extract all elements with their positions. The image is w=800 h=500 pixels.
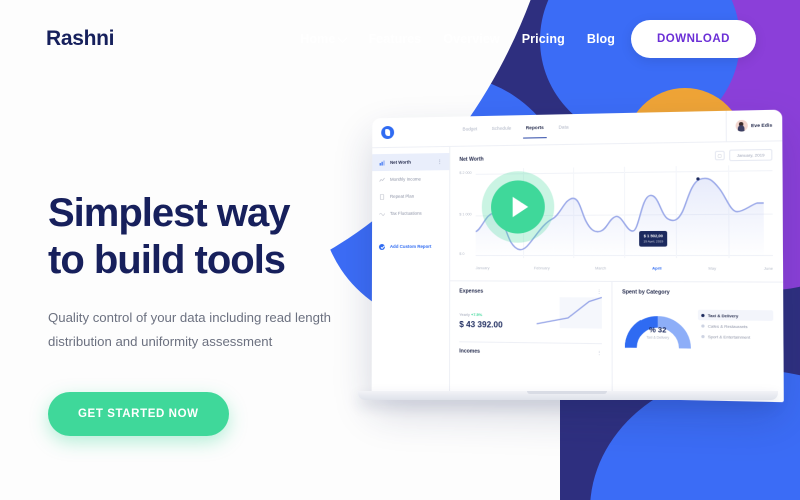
expenses-card: Expenses ⋮ Yearly +7.5% $ 43 392.00 Inco… — [450, 281, 613, 398]
nav-item-features[interactable]: Features — [368, 32, 421, 46]
donut-wrap: % 32 Taxi & Delivery Taxi & Delivery Caf… — [622, 300, 773, 352]
expenses-amount: $ 43 392.00 — [459, 320, 536, 330]
incomes-title: Incomes — [459, 348, 480, 354]
sidebar-item-net-worth[interactable]: Net Worth ⋮ — [372, 153, 449, 171]
sidebar-item-repeat-plan-label: Repeat Plan — [390, 194, 414, 199]
legend-item-sport-entertainment[interactable]: Sport & Entertainment — [698, 331, 773, 342]
chart-tooltip: $ 1 502,00 19 April, 2019 — [639, 231, 667, 247]
expenses-sparkline — [537, 295, 602, 331]
net-worth-card-title: Net Worth — [459, 156, 483, 162]
legend-item-taxi-delivery[interactable]: Taxi & Delivery — [698, 310, 773, 321]
headline-line-2: to build tools — [48, 238, 285, 282]
dashboard-main: Net Worth ▢ January, 2019 $ 2 000 $ 1 00… — [450, 141, 784, 402]
calendar-icon[interactable]: ▢ — [715, 151, 725, 161]
laptop-notch — [527, 391, 607, 394]
net-worth-card-header: Net Worth ▢ January, 2019 — [459, 149, 772, 165]
laptop-screen: Budget Schedule Reports Data Eve Edis Ne… — [372, 110, 784, 403]
donut-percent: % 32 — [622, 327, 693, 335]
tooltip-value: $ 1 502,00 — [643, 234, 663, 238]
sidebar-add-custom-report-label: Add Custom Report — [390, 244, 432, 249]
donut-center: % 32 Taxi & Delivery — [622, 327, 693, 340]
x-tick-april: April — [652, 266, 661, 270]
sidebar-item-tax-fluctuations-label: Tax Fluctuations — [390, 211, 422, 216]
expenses-meta: Yearly +7.5% — [459, 313, 536, 318]
legend-dot-icon — [701, 334, 704, 337]
sidebar-item-monthly-income[interactable]: Monthly Income — [372, 170, 449, 188]
incomes-menu-icon[interactable]: ⋮ — [597, 350, 602, 356]
tooltip-date: 19 April, 2019 — [643, 239, 663, 243]
page-title: Simplest way to build tools — [48, 190, 388, 284]
tab-schedule[interactable]: Schedule — [492, 126, 512, 136]
x-tick-march: March — [595, 266, 606, 270]
landing-page: Rashni Home Features Overview Pricing Bl… — [0, 0, 800, 500]
y-tick-1: $ 1 000 — [459, 212, 471, 216]
x-tick-january: January — [476, 266, 490, 270]
legend-item-sport-entertainment-label: Sport & Entertainment — [708, 333, 750, 339]
laptop-mockup: Budget Schedule Reports Data Eve Edis Ne… — [372, 118, 772, 393]
hero-section: Simplest way to build tools Quality cont… — [48, 190, 388, 436]
user-menu[interactable]: Eve Edis — [725, 110, 772, 141]
nav-item-overview[interactable]: Overview — [443, 32, 499, 46]
nav-links: Home Features Overview Pricing Blog — [300, 32, 615, 46]
net-worth-card-tools: ▢ January, 2019 — [715, 149, 773, 161]
y-tick-0: $ 2 000 — [459, 171, 471, 175]
legend-dot-icon — [701, 313, 704, 316]
bar-chart-icon — [379, 159, 385, 165]
legend-dot-icon — [701, 324, 704, 327]
brand-logo[interactable]: Rashni — [46, 27, 114, 51]
dashboard-body: Net Worth ⋮ Monthly Income Repeat Plan T… — [372, 141, 784, 402]
chevron-down-icon — [338, 33, 348, 43]
sidebar-item-menu-icon[interactable]: ⋮ — [437, 159, 442, 165]
expenses-content: Yearly +7.5% $ 43 392.00 — [459, 295, 602, 331]
hero-subtitle: Quality control of your data including r… — [48, 306, 368, 355]
nav-item-blog[interactable]: Blog — [587, 32, 615, 46]
tab-data[interactable]: Data — [558, 124, 568, 133]
dashboard-lower-cards: Expenses ⋮ Yearly +7.5% $ 43 392.00 Inco… — [450, 281, 784, 402]
user-name: Eve Edis — [751, 123, 772, 129]
sidebar-item-monthly-income-label: Monthly Income — [390, 177, 421, 182]
tab-budget[interactable]: Budget — [462, 126, 477, 135]
nav-item-home-label: Home — [300, 32, 335, 46]
nav-item-home[interactable]: Home — [300, 32, 346, 46]
download-button[interactable]: DOWNLOAD — [631, 20, 756, 58]
donut-svg — [622, 300, 694, 351]
dashboard-logo-icon[interactable] — [381, 126, 394, 139]
date-range-selector[interactable]: January, 2019 — [729, 149, 772, 161]
sidebar-item-net-worth-label: Net Worth — [390, 160, 411, 165]
y-axis-labels: $ 2 000 $ 1 000 $ 0 — [459, 169, 475, 258]
spent-by-category-card: Spent by Category % 32 Taxi & Delivery T… — [612, 282, 783, 402]
category-legend: Taxi & Delivery Cafes & Restaurants Spor… — [698, 310, 773, 343]
top-navigation: Rashni Home Features Overview Pricing Bl… — [0, 0, 800, 78]
y-tick-2: $ 0 — [459, 252, 464, 256]
expenses-card-title: Expenses — [459, 288, 483, 294]
line-chart-icon — [379, 176, 385, 182]
donut-percent-sub: Taxi & Delivery — [622, 335, 693, 340]
incomes-row[interactable]: Incomes ⋮ — [459, 341, 602, 356]
get-started-button[interactable]: GET STARTED NOW — [48, 392, 229, 436]
donut-chart: % 32 Taxi & Delivery — [622, 300, 694, 351]
tab-reports[interactable]: Reports — [526, 125, 544, 135]
nav-item-pricing[interactable]: Pricing — [522, 32, 565, 46]
expenses-meta-prefix: Yearly — [459, 313, 470, 317]
legend-item-cafes-restaurants[interactable]: Cafes & Restaurants — [698, 320, 773, 331]
x-axis-labels: January February March April May June — [476, 266, 773, 271]
net-worth-card: Net Worth ▢ January, 2019 $ 2 000 $ 1 00… — [450, 141, 783, 282]
avatar — [735, 120, 747, 132]
headline-line-1: Simplest way — [48, 191, 289, 235]
x-tick-may: May — [708, 267, 716, 271]
spent-by-category-title: Spent by Category — [622, 289, 773, 296]
legend-item-taxi-delivery-label: Taxi & Delivery — [708, 312, 738, 318]
expenses-meta-change: +7.5% — [471, 313, 482, 317]
play-button[interactable] — [491, 180, 545, 233]
legend-item-cafes-restaurants-label: Cafes & Restaurants — [708, 323, 748, 329]
x-tick-february: February — [534, 266, 550, 270]
dashboard-tabs: Budget Schedule Reports Data — [462, 124, 568, 135]
x-tick-june: June — [764, 267, 773, 271]
